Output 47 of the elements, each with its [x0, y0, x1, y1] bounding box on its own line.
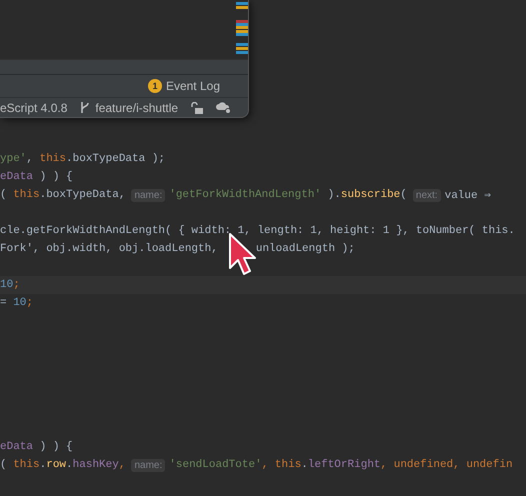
code-token: . [66, 459, 73, 471]
code-token: 'getForkWidthAndLength' [169, 189, 322, 201]
code-token: .boxTypeData, [40, 189, 126, 201]
code-token: ; [26, 297, 34, 309]
code-token: value ⇒ [444, 189, 492, 202]
code-token: = [0, 297, 8, 309]
code-token: ) ) { [38, 171, 73, 183]
notification-badge: 1 [148, 79, 162, 93]
code-token: subscribe [340, 189, 400, 201]
code-token: . [301, 459, 308, 471]
git-branch[interactable]: feature/i-shuttle [95, 100, 178, 114]
code-token: . [40, 459, 46, 471]
language-version[interactable]: eScript 4.0.8 [0, 100, 68, 114]
code-token: eData [0, 441, 34, 453]
code-token: this [40, 153, 66, 165]
code-token: ( [0, 459, 8, 471]
lock-icon[interactable] [191, 102, 204, 114]
code-token: row [46, 459, 66, 471]
code-token: , [262, 459, 270, 471]
code-token: Fork', obj.width, obj.loadLength, [0, 243, 218, 255]
code-token: , [26, 153, 34, 165]
code-token: ( [400, 189, 407, 201]
code-token: this [13, 459, 40, 471]
code-token: , undefined, undefin [380, 459, 513, 471]
code-token: 10 [13, 297, 26, 309]
code-token: ). [326, 189, 341, 201]
code-token: .boxTypeData ); [66, 153, 166, 165]
code-token: this [13, 189, 40, 201]
code-token: ; [13, 279, 20, 291]
code-token: leftOrRight [308, 459, 381, 471]
code-token: 10 [0, 279, 14, 291]
event-log-tab[interactable]: Event Log [166, 79, 220, 93]
code-token: unloadLength ); [256, 243, 355, 255]
branch-icon [80, 101, 90, 114]
code-token: hashKey [72, 459, 119, 471]
code-token: , [118, 459, 126, 471]
code-token: cle.getForkWidthAndLength( { width: 1, length: 1, height: 1 }, toNumber( this. [0, 225, 515, 237]
cloud-gear-icon[interactable] [216, 101, 232, 114]
parameter-hint: name: [131, 188, 166, 202]
code-token: ) ) { [38, 441, 73, 453]
code-token: this [274, 459, 302, 471]
parameter-hint: next: [412, 188, 441, 202]
code-token: ( [0, 189, 8, 201]
code-token: 'sendLoadTote' [169, 459, 262, 471]
parameter-hint: name: [131, 458, 166, 472]
code-token: eData [0, 171, 34, 183]
code-token: ype' [0, 153, 26, 165]
